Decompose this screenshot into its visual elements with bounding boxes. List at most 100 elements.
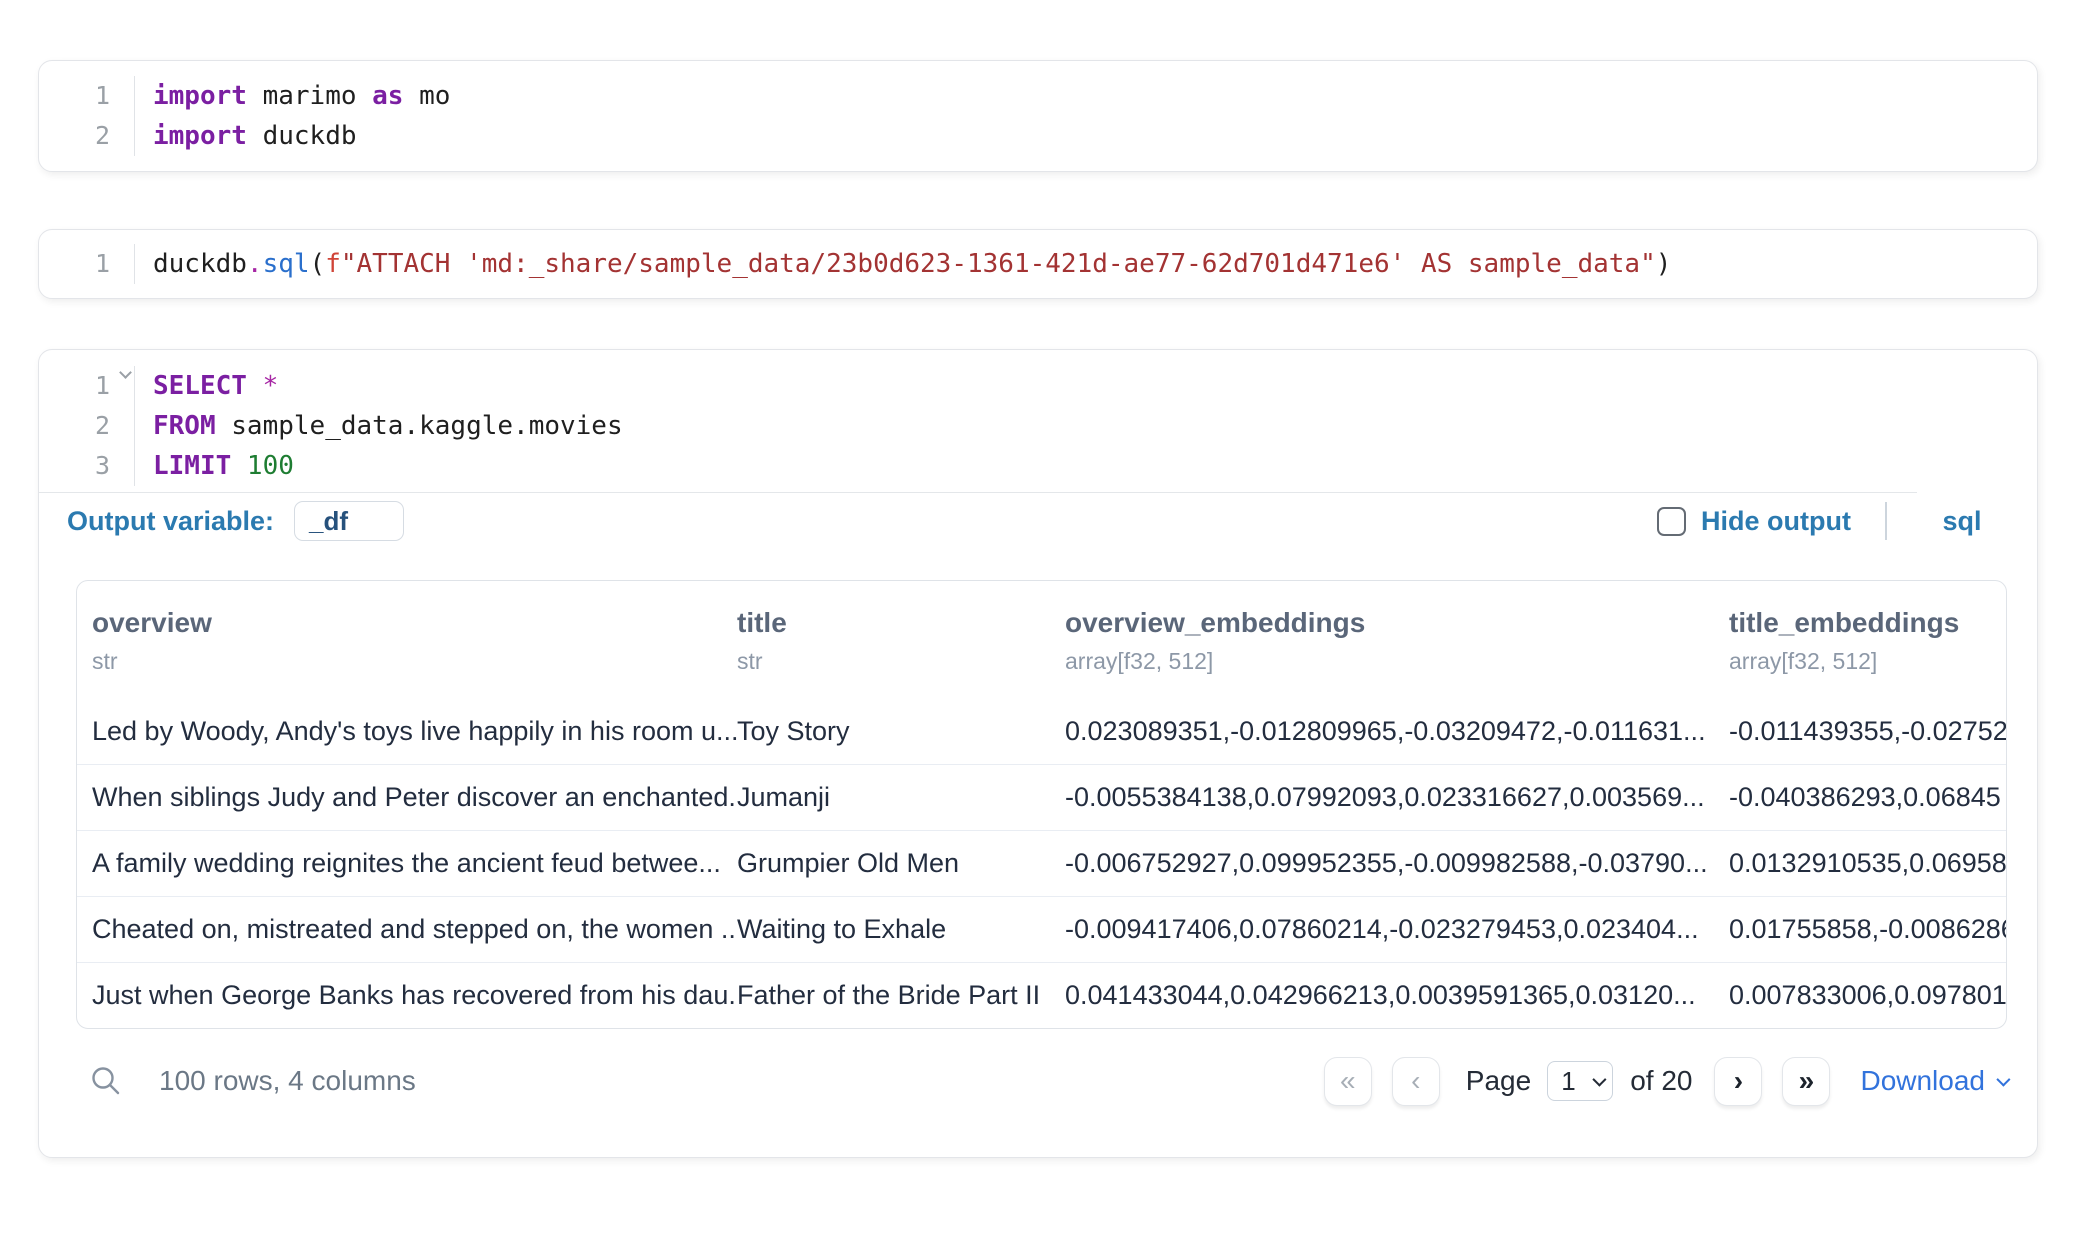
result-table: overview str title str overview_embeddin… bbox=[76, 580, 2007, 1029]
table-row: When siblings Judy and Peter discover an… bbox=[77, 764, 2006, 830]
page-number-value: 1 bbox=[1561, 1066, 1575, 1097]
keyword-token: as bbox=[372, 81, 403, 111]
function-token: sql bbox=[263, 249, 310, 279]
cell-overview-embeddings: 0.023089351,-0.012809965,-0.03209472,-0.… bbox=[1065, 716, 1729, 747]
code-token: sample_data.kaggle.movies bbox=[216, 411, 623, 441]
cell-overview-embeddings: 0.041433044,0.042966213,0.0039591365,0.0… bbox=[1065, 980, 1729, 1011]
line-number: 2 bbox=[39, 116, 110, 156]
column-name: overview_embeddings bbox=[1065, 607, 1729, 639]
hide-output-checkbox[interactable] bbox=[1657, 507, 1686, 536]
column-type: str bbox=[92, 648, 737, 674]
page-count-label: of 20 bbox=[1630, 1065, 1692, 1097]
column-header-title-embeddings[interactable]: title_embeddings array[f32, 512] bbox=[1729, 607, 2006, 674]
table-row: Cheated on, mistreated and stepped on, t… bbox=[77, 896, 2006, 962]
cell-overview: When siblings Judy and Peter discover an… bbox=[77, 782, 737, 813]
next-page-button[interactable]: › bbox=[1714, 1057, 1762, 1106]
line-number: 1 bbox=[39, 244, 110, 284]
keyword-token: LIMIT bbox=[153, 451, 231, 481]
cell-title-embeddings: 0.0132910535,0.06958 bbox=[1729, 848, 2006, 879]
line-number-gutter: 1 2 3 bbox=[39, 366, 135, 486]
double-chevron-right-icon: » bbox=[1799, 1067, 1815, 1095]
previous-page-button[interactable]: ‹ bbox=[1392, 1057, 1440, 1106]
double-chevron-left-icon: « bbox=[1340, 1067, 1356, 1095]
cell-overview-embeddings: -0.009417406,0.07860214,-0.023279453,0.0… bbox=[1065, 914, 1729, 945]
line-number: 1 bbox=[39, 366, 110, 406]
search-icon[interactable] bbox=[89, 1064, 123, 1098]
operator-token: . bbox=[247, 249, 263, 279]
keyword-token: SELECT bbox=[153, 371, 247, 401]
table-footer: 100 rows, 4 columns « ‹ Page 1 of 20 › »… bbox=[39, 1029, 2037, 1157]
fold-chevron-icon[interactable] bbox=[119, 366, 132, 379]
hide-output-toggle[interactable]: Hide output bbox=[1657, 506, 1851, 537]
chevron-left-icon: ‹ bbox=[1411, 1067, 1420, 1095]
code-editor-imports[interactable]: import marimo as mo import duckdb bbox=[135, 76, 2037, 156]
cell-overview: A family wedding reignites the ancient f… bbox=[77, 848, 737, 879]
first-page-button[interactable]: « bbox=[1324, 1057, 1372, 1106]
column-header-overview[interactable]: overview str bbox=[77, 607, 737, 674]
cell-title-embeddings: 0.007833006,0.097801 bbox=[1729, 980, 2006, 1011]
row-summary: 100 rows, 4 columns bbox=[159, 1065, 416, 1097]
cell-title-embeddings: -0.040386293,0.06845 bbox=[1729, 782, 2006, 813]
column-type: array[f32, 512] bbox=[1065, 648, 1729, 674]
column-header-title[interactable]: title str bbox=[737, 607, 1065, 674]
download-button[interactable]: Download bbox=[1860, 1065, 2007, 1097]
column-type: str bbox=[737, 648, 1065, 674]
code-editor-attach[interactable]: duckdb.sql(f"ATTACH 'md:_share/sample_da… bbox=[135, 244, 2037, 284]
cell-title-embeddings: -0.011439355,-0.02752 bbox=[1729, 716, 2006, 747]
table-row: Led by Woody, Andy's toys live happily i… bbox=[77, 698, 2006, 764]
operator-token: * bbox=[247, 371, 278, 401]
cell-title: Father of the Bride Part II bbox=[737, 980, 1065, 1011]
cell-overview: Cheated on, mistreated and stepped on, t… bbox=[77, 914, 737, 945]
code-token: duckdb bbox=[247, 121, 357, 151]
keyword-token: import bbox=[153, 121, 247, 151]
line-number: 1 bbox=[39, 76, 110, 116]
number-token: 100 bbox=[231, 451, 294, 481]
line-number-gutter: 1 2 bbox=[39, 76, 135, 156]
chevron-down-icon bbox=[1996, 1073, 2010, 1087]
fstring-prefix-token: f bbox=[325, 249, 341, 279]
code-token: ) bbox=[1656, 249, 1672, 279]
hide-output-label[interactable]: Hide output bbox=[1701, 506, 1851, 537]
download-label: Download bbox=[1860, 1065, 1985, 1097]
column-header-overview-embeddings[interactable]: overview_embeddings array[f32, 512] bbox=[1065, 607, 1729, 674]
language-badge-sql[interactable]: sql bbox=[1887, 506, 2037, 537]
table-header-row: overview str title str overview_embeddin… bbox=[77, 581, 2006, 698]
code-line: SELECT * bbox=[153, 366, 2037, 406]
column-type: array[f32, 512] bbox=[1729, 648, 2006, 674]
code-editor-sql[interactable]: SELECT * FROM sample_data.kaggle.movies … bbox=[135, 366, 2037, 486]
cell-title-embeddings: 0.01755858,-0.0086286 bbox=[1729, 914, 2006, 945]
code-line: import marimo as mo bbox=[153, 76, 2037, 116]
code-token: marimo bbox=[247, 81, 372, 111]
cell-title: Jumanji bbox=[737, 782, 1065, 813]
cell-overview-embeddings: -0.006752927,0.099952355,-0.009982588,-0… bbox=[1065, 848, 1729, 879]
sql-cell: 1 2 3 SELECT * FROM sample_data.kaggle.m… bbox=[38, 349, 2038, 1158]
sql-cell-footer: Output variable: _df Hide output sql bbox=[39, 492, 2037, 550]
code-line: duckdb.sql(f"ATTACH 'md:_share/sample_da… bbox=[153, 244, 2037, 284]
page-number-select[interactable]: 1 bbox=[1547, 1061, 1613, 1101]
output-variable-input[interactable]: _df bbox=[294, 501, 404, 541]
code-token: ( bbox=[310, 249, 326, 279]
table-row: A family wedding reignites the ancient f… bbox=[77, 830, 2006, 896]
string-token: "ATTACH 'md:_share/sample_data/23b0d623-… bbox=[341, 249, 1656, 279]
code-token: duckdb bbox=[153, 249, 247, 279]
code-cell-imports: 1 2 import marimo as mo import duckdb bbox=[38, 60, 2038, 172]
cell-title: Waiting to Exhale bbox=[737, 914, 1065, 945]
table-row: Just when George Banks has recovered fro… bbox=[77, 962, 2006, 1028]
pagination: « ‹ Page 1 of 20 › » Download bbox=[1324, 1057, 2007, 1106]
code-line: LIMIT 100 bbox=[153, 446, 2037, 486]
cell-title: Grumpier Old Men bbox=[737, 848, 1065, 879]
chevron-right-icon: › bbox=[1734, 1067, 1743, 1095]
code-cell-attach: 1 duckdb.sql(f"ATTACH 'md:_share/sample_… bbox=[38, 229, 2038, 299]
column-name: title bbox=[737, 607, 1065, 639]
code-token: mo bbox=[403, 81, 450, 111]
chevron-down-icon bbox=[1593, 1073, 1607, 1087]
cell-title: Toy Story bbox=[737, 716, 1065, 747]
page-label: Page bbox=[1466, 1065, 1531, 1097]
last-page-button[interactable]: » bbox=[1782, 1057, 1830, 1106]
line-number-text: 1 bbox=[95, 371, 110, 400]
cell-overview: Just when George Banks has recovered fro… bbox=[77, 980, 737, 1011]
keyword-token: import bbox=[153, 81, 247, 111]
code-line: FROM sample_data.kaggle.movies bbox=[153, 406, 2037, 446]
output-variable-label: Output variable: bbox=[67, 506, 274, 537]
column-name: title_embeddings bbox=[1729, 607, 2006, 639]
